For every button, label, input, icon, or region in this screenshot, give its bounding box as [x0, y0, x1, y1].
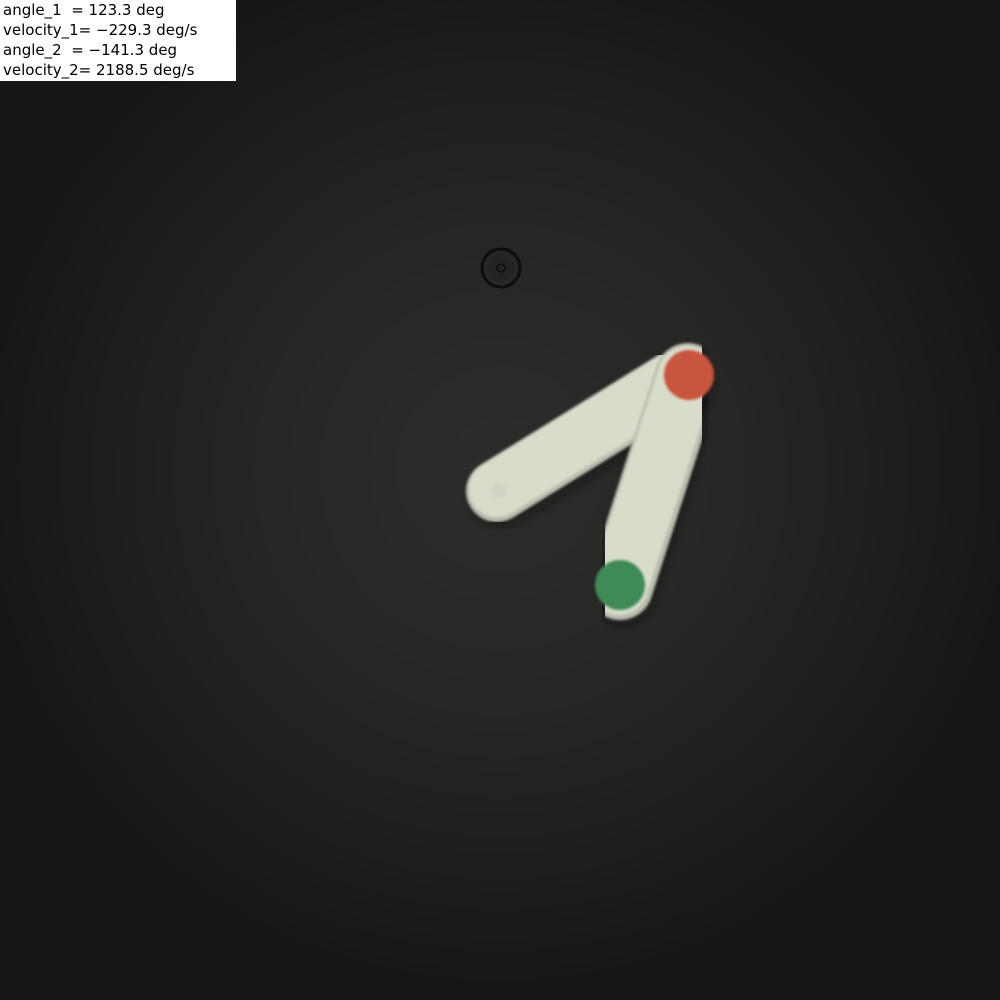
upper-arm-hole [492, 484, 506, 498]
state-readout-panel: angle_1 = 123.3 deg velocity_1= −229.3 d… [0, 0, 236, 81]
angle-2-readout: angle_2 = −141.3 deg [3, 41, 178, 59]
lower-joint-marker [595, 560, 645, 610]
pivot-mount [480, 247, 522, 289]
angle-1-readout: angle_1 = 123.3 deg [3, 1, 165, 19]
velocity-1-readout: velocity_1= −229.3 deg/s [3, 21, 198, 39]
camera-frame: angle_1 = 123.3 deg velocity_1= −229.3 d… [0, 0, 1000, 1000]
double-pendulum-scene [466, 247, 721, 624]
pivot-inner [488, 255, 514, 281]
velocity-2-readout: velocity_2= 2188.5 deg/s [3, 61, 195, 79]
upper-joint-marker [664, 350, 714, 400]
